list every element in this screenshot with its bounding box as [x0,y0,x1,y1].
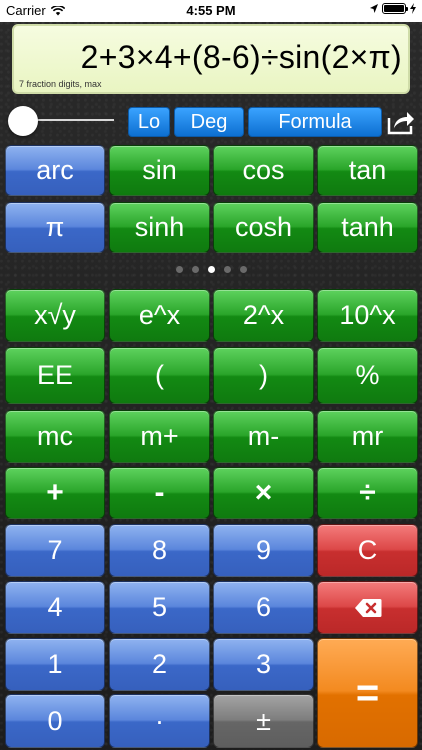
digit-9-button[interactable]: 9 [213,524,314,577]
digit-8-button[interactable]: 8 [109,524,210,577]
memory-recall-button[interactable]: mr [317,410,418,463]
control-strip: Lo Deg Formula [0,104,422,137]
backspace-icon [354,598,381,617]
memory-add-button[interactable]: m+ [109,410,210,463]
sin-button[interactable]: sin [109,145,210,196]
equals-button[interactable]: = [317,638,418,748]
sinh-button[interactable]: sinh [109,202,210,253]
arc-button[interactable]: arc [5,145,105,196]
page-dot[interactable] [175,266,183,273]
digit-2-button[interactable]: 2 [109,638,210,691]
subtract-button[interactable]: - [109,467,210,519]
digit-0-button[interactable]: 0 [5,694,105,748]
ten-power-x-button[interactable]: 10^x [317,289,418,342]
lo-hi-toggle-button[interactable]: Lo [128,107,170,137]
battery-icon [382,3,408,14]
page-dot-active[interactable] [207,266,215,273]
page-dot[interactable] [239,266,247,273]
cosh-button[interactable]: cosh [213,202,314,253]
e-power-x-button[interactable]: e^x [109,289,210,342]
location-icon [370,3,378,13]
expression-text: 2+3×4+(8-6)÷sin(2×π) [80,39,402,75]
decimal-point-button[interactable]: · [109,694,210,748]
add-button[interactable]: + [5,467,105,519]
cos-button[interactable]: cos [213,145,314,196]
digit-6-button[interactable]: 6 [213,581,314,634]
share-icon[interactable] [386,108,416,136]
ee-button[interactable]: EE [5,347,105,404]
formula-mode-button[interactable]: Formula [248,107,382,137]
memory-subtract-button[interactable]: m- [213,410,314,463]
two-power-x-button[interactable]: 2^x [213,289,314,342]
result-display: 2+3×4+(8-6)÷sin(2×π) 7 fraction digits, … [12,24,410,94]
digit-3-button[interactable]: 3 [213,638,314,691]
open-paren-button[interactable]: ( [109,347,210,404]
digit-7-button[interactable]: 7 [5,524,105,577]
clear-button[interactable]: C [317,524,418,577]
precision-slider-knob[interactable] [8,106,38,136]
divide-button[interactable]: ÷ [317,467,418,519]
pi-button[interactable]: π [5,202,105,253]
plus-minus-button[interactable]: ± [213,694,314,748]
precision-note: 7 fraction digits, max [19,79,102,89]
digit-5-button[interactable]: 5 [109,581,210,634]
charging-icon [410,3,416,14]
clock: 4:55 PM [186,3,236,18]
page-dot[interactable] [223,266,231,273]
percent-button[interactable]: % [317,347,418,404]
x-root-y-button[interactable]: x√y [5,289,105,342]
close-paren-button[interactable]: ) [213,347,314,404]
tanh-button[interactable]: tanh [317,202,418,253]
angle-mode-button[interactable]: Deg [174,107,244,137]
multiply-button[interactable]: × [213,467,314,519]
digit-4-button[interactable]: 4 [5,581,105,634]
tan-button[interactable]: tan [317,145,418,196]
memory-clear-button[interactable]: mc [5,410,105,463]
page-indicator[interactable] [0,266,422,276]
backspace-button[interactable] [317,581,418,634]
page-dot[interactable] [191,266,199,273]
status-bar: Carrier 4:55 PM [0,0,422,22]
digit-1-button[interactable]: 1 [5,638,105,691]
